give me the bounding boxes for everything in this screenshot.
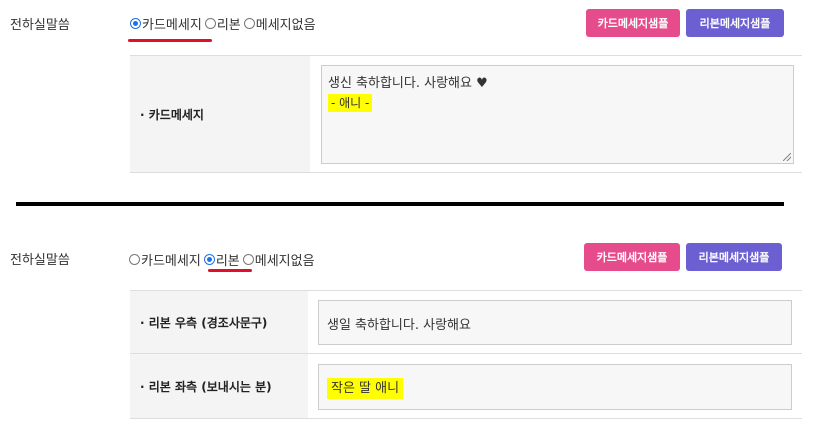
section2-label: 전하실말씀 [10, 253, 70, 268]
radio-no-message[interactable]: 메세지없음 [243, 14, 316, 33]
radio-card-message-control[interactable] [130, 18, 141, 29]
card-message-textarea[interactable]: 생신 축하합니다. 사랑해요 ♥ - 애니 - [321, 65, 794, 164]
card-message-line2: - 애니 - [328, 94, 373, 112]
ribbon-left-input[interactable]: 작은 딸 애니 [318, 364, 792, 410]
ribbon-left-field-label: · 리본 좌측 (보내시는 분) [130, 354, 308, 418]
ribbon-left-value: 작은 딸 애니 [327, 378, 404, 399]
radio-ribbon-control[interactable] [204, 18, 216, 29]
card-message-sample-button[interactable]: 카드메세지샘플 [584, 243, 680, 271]
ribbon-message-sample-button[interactable]: 리본메세지샘플 [686, 9, 784, 37]
card-message-sample-button[interactable]: 카드메세지샘플 [586, 9, 680, 37]
ribbon-right-label-text: · 리본 우측 (경조사문구) [140, 315, 268, 330]
radio-card-message[interactable]: 카드메세지 [129, 250, 201, 269]
card-message-label-text: · 카드메세지 [140, 107, 204, 122]
radio-ribbon-label: 리본 [215, 254, 240, 269]
row-divider [130, 418, 802, 419]
card-message-cell: 생신 축하합니다. 사랑해요 ♥ - 애니 - [310, 56, 802, 172]
radio-no-message[interactable]: 메세지없음 [242, 250, 315, 269]
ribbon-right-field-label: · 리본 우측 (경조사문구) [130, 291, 308, 353]
radio-no-message-label: 메세지없음 [254, 254, 315, 269]
ribbon-right-value: 생일 축하합니다. 사랑해요 [327, 318, 471, 333]
ribbon-right-cell: 생일 축하합니다. 사랑해요 [308, 291, 802, 353]
radio-no-message-control[interactable] [243, 18, 255, 29]
radio-no-message-control[interactable] [242, 254, 254, 265]
selected-option-underline [208, 269, 252, 272]
ribbon-left-label-text: · 리본 좌측 (보내시는 분) [140, 379, 272, 394]
radio-card-message[interactable]: 카드메세지 [130, 14, 202, 33]
radio-ribbon[interactable]: 리본 [203, 250, 240, 269]
selected-option-underline [128, 39, 212, 42]
card-message-field-label: · 카드메세지 [130, 56, 310, 172]
radio-ribbon[interactable]: 리본 [204, 14, 241, 33]
ribbon-left-cell: 작은 딸 애니 [308, 354, 802, 418]
row-divider [130, 172, 802, 173]
section2-message-type-radios: 카드메세지 리본 메세지없음 [129, 250, 318, 269]
section1-label: 전하실말씀 [10, 18, 70, 33]
radio-card-message-control[interactable] [129, 254, 140, 265]
radio-no-message-label: 메세지없음 [255, 18, 316, 33]
radio-card-message-label: 카드메세지 [141, 254, 201, 269]
radio-card-message-label: 카드메세지 [142, 18, 202, 33]
radio-ribbon-label: 리본 [216, 18, 241, 33]
resize-handle-icon[interactable] [783, 153, 791, 161]
ribbon-message-sample-button[interactable]: 리본메세지샘플 [686, 243, 782, 271]
card-message-line1: 생신 축하합니다. 사랑해요 ♥ [328, 76, 488, 91]
ribbon-right-input[interactable]: 생일 축하합니다. 사랑해요 [318, 300, 792, 345]
radio-ribbon-control[interactable] [203, 254, 215, 265]
section-divider [16, 202, 784, 206]
section1-message-type-radios: 카드메세지 리본 메세지없음 [130, 14, 319, 33]
